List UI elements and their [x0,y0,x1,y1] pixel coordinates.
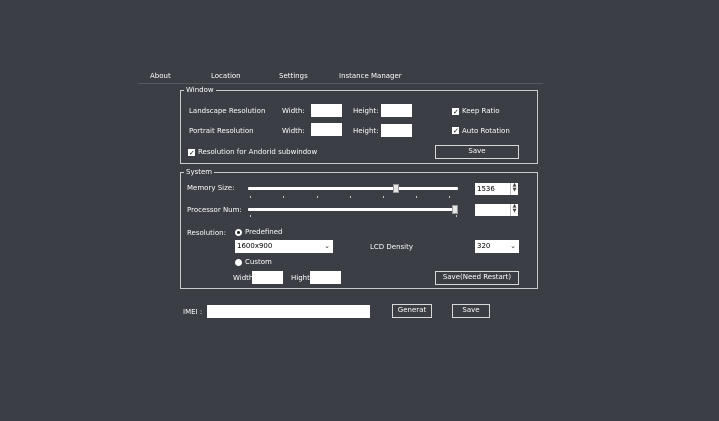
portrait-width-input[interactable] [311,123,342,136]
portrait-height-label: Height: [353,127,379,135]
memory-size-value: 1536 [477,185,495,193]
landscape-width-input[interactable] [311,104,342,117]
spin-buttons[interactable]: ▲ ▼ [510,204,518,216]
tab-divider [138,83,543,84]
slider-tick [283,196,284,198]
portrait-width-label: Width: [282,127,305,135]
landscape-width-label: Width: [282,107,305,115]
landscape-height-input[interactable] [381,104,412,117]
resolution-select-value: 1600x900 [237,242,273,250]
system-legend: System [184,167,215,177]
tab-instance-manager[interactable]: Instance Manager [339,72,402,80]
custom-radio[interactable] [235,259,242,266]
custom-height-label: Hight [291,274,310,282]
processor-num-spinbox[interactable]: ▲ ▼ [475,204,518,216]
check-icon: ✓ [453,127,459,135]
keep-ratio-checkbox[interactable]: ✓ [452,108,459,116]
imei-save-button[interactable]: Save [452,304,490,318]
slider-tick [383,196,384,198]
processor-num-label: Processor Num: [187,206,242,214]
tab-location[interactable]: Location [211,72,241,80]
tab-about[interactable]: About [150,72,171,80]
memory-slider-track[interactable] [248,187,458,190]
chevron-down-icon: ⌄ [324,242,330,250]
chevron-down-icon: ⌄ [510,242,516,250]
window-save-button[interactable]: Save [435,145,519,159]
memory-slider-thumb[interactable] [392,184,399,193]
auto-rotation-checkbox[interactable]: ✓ [452,127,459,135]
custom-width-label: Width [233,274,254,282]
slider-tick [250,215,251,217]
custom-height-input[interactable] [310,271,341,284]
subwindow-checkbox[interactable]: ✓ [188,149,195,157]
predefined-label: Predefined [245,228,283,236]
predefined-radio[interactable] [235,229,242,236]
imei-label: IMEI : [183,308,203,316]
save-need-restart-button[interactable]: Save(Need Restart) [435,271,519,285]
generate-button[interactable]: Generat [392,304,432,318]
lcd-density-select[interactable]: 320 ⌄ [475,240,519,253]
slider-tick [250,196,251,198]
portrait-resolution-label: Portrait Resolution [189,127,254,135]
slider-tick [317,196,318,198]
memory-size-spinbox[interactable]: 1536 ▲ ▼ [475,183,518,195]
slider-tick [449,196,450,198]
resolution-select[interactable]: 1600x900 ⌄ [235,240,333,253]
subwindow-label: Resolution for Andorid subwindow [198,148,318,156]
keep-ratio-label: Keep Ratio [462,107,500,115]
auto-rotation-label: Auto Rotation [462,127,510,135]
memory-size-label: Memory Size: [187,184,235,192]
resolution-label: Resolution: [187,229,226,237]
landscape-resolution-label: Landscape Resolution [189,107,266,115]
check-icon: ✓ [453,108,459,116]
imei-input[interactable] [207,305,370,318]
spin-down-icon[interactable]: ▼ [511,188,518,193]
custom-label: Custom [245,258,272,266]
tab-settings[interactable]: Settings [279,72,308,80]
lcd-density-value: 320 [477,242,491,250]
custom-width-input[interactable] [252,271,283,284]
landscape-height-label: Height: [353,107,379,115]
check-icon: ✓ [189,149,195,157]
slider-tick [456,215,457,217]
processor-slider-thumb[interactable] [452,205,458,214]
processor-slider-track[interactable] [248,208,458,211]
window-legend: Window [184,85,216,95]
lcd-density-label: LCD Density [370,243,414,251]
slider-tick [416,196,417,198]
portrait-height-input[interactable] [381,124,412,137]
slider-tick [350,196,351,198]
spin-down-icon[interactable]: ▼ [511,209,518,214]
spin-buttons[interactable]: ▲ ▼ [510,183,518,195]
